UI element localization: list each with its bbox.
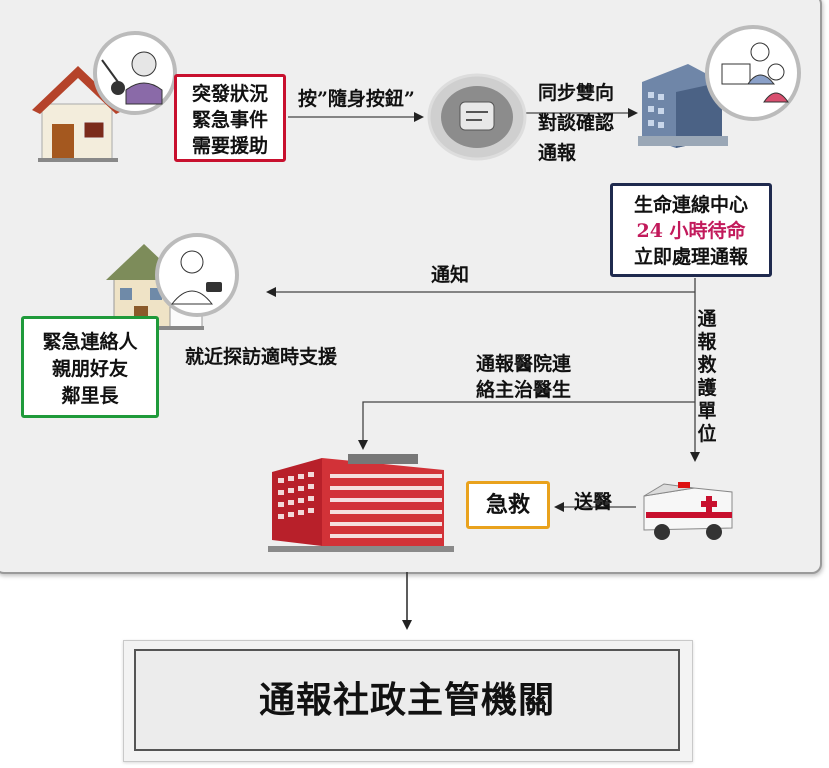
ambulance-icon (643, 482, 733, 540)
rescue-char-5: 單 (697, 400, 717, 422)
rescue-char-6: 位 (697, 423, 717, 445)
contacts-line-1: 緊急連絡人 (42, 331, 138, 353)
rescue-char-3: 救 (697, 354, 717, 376)
contacts-line-3: 鄰里長 (61, 385, 119, 407)
sync-line-1: 同步雙向 (538, 82, 615, 104)
emergency-line-1: 突發狀況 (191, 83, 268, 105)
center-line-3: 立即處理通報 (633, 246, 748, 268)
button-label: 按”隨身按鈕” (298, 88, 415, 110)
notify-label: 通知 (431, 264, 470, 286)
panic-button-icon (427, 73, 527, 161)
contact-phone-icon (155, 233, 239, 317)
sync-line-3: 通報 (538, 142, 577, 164)
life-line-center-box: 生命連線中心 24 小時待命 立即處理通報 (610, 183, 772, 277)
emergency-line-2: 緊急事件 (191, 109, 268, 131)
final-authority-box: 通報社政主管機關 (134, 649, 680, 751)
sync-label: 同步雙向 對談確認 通報 (538, 78, 614, 168)
emergency-box: 突發狀況 緊急事件 需要援助 (174, 74, 286, 162)
arrow-to-hospital (358, 401, 695, 450)
first-aid-box: 急救 (466, 481, 550, 529)
hospital-building-icon (268, 454, 454, 552)
hospital-line-1: 通報醫院連 (476, 353, 572, 375)
contacts-line-2: 親朋好友 (51, 358, 128, 380)
elderly-caller-icon (93, 31, 177, 115)
center-line-2: 24 小時待命 (636, 220, 746, 242)
rescue-char-4: 護 (697, 377, 717, 399)
hospital-line-2: 絡主治醫生 (476, 379, 572, 401)
sync-line-2: 對談確認 (538, 112, 615, 134)
hospital-notify-label: 通報醫院連 絡主治醫生 (476, 351, 571, 403)
rescue-char-1: 通 (697, 308, 717, 330)
contacts-box: 緊急連絡人 親朋好友 鄰里長 (21, 316, 159, 418)
center-line-1: 生命連線中心 (633, 194, 748, 216)
emergency-line-3: 需要援助 (191, 135, 268, 157)
operator-team-icon (705, 25, 801, 121)
send-to-hospital-label: 送醫 (574, 491, 613, 513)
rescue-unit-label: 通 報 救 護 單 位 (696, 308, 718, 446)
visit-label: 就近探訪適時支援 (185, 346, 338, 368)
rescue-char-2: 報 (697, 331, 717, 353)
